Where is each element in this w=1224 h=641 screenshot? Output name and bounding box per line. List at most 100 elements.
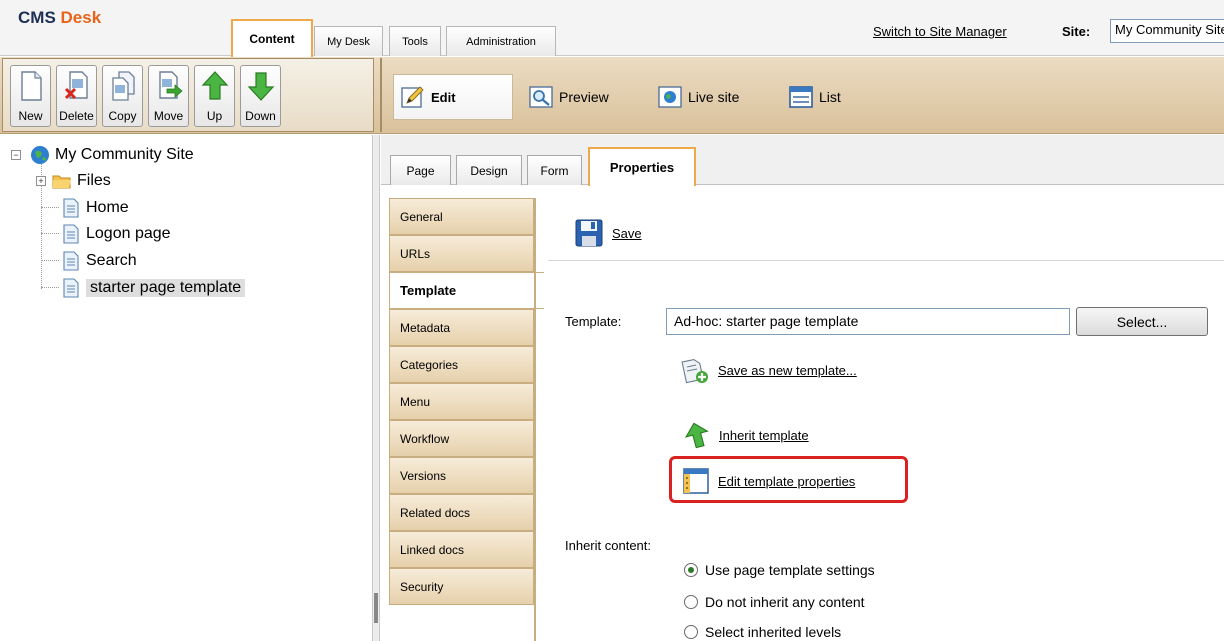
tab-form[interactable]: Form [527, 155, 582, 185]
document-actions-group: New Delete Copy Move Up Down [2, 58, 374, 132]
splitter-collapse-handle[interactable] [374, 593, 378, 623]
tab-my-desk[interactable]: My Desk [314, 26, 383, 56]
tree-item-label: Search [86, 252, 137, 269]
radio-label: Use page template settings [705, 562, 875, 578]
tree-item-files[interactable]: Files [52, 170, 111, 192]
menu-versions[interactable]: Versions [389, 457, 534, 494]
header-divider [548, 260, 1224, 261]
tab-tools[interactable]: Tools [389, 26, 441, 56]
subtabs-bar: Page Design Form Properties [381, 135, 1224, 186]
menu-security[interactable]: Security [389, 568, 534, 605]
down-arrow-icon [247, 72, 274, 101]
page-icon [61, 198, 81, 218]
preview-view-button[interactable]: Preview [529, 75, 609, 119]
down-button[interactable]: Down [240, 65, 281, 127]
menu-template[interactable]: Template [389, 272, 544, 309]
tree-item-label: Home [86, 199, 129, 216]
inherit-content-label: Inherit content: [565, 538, 651, 553]
tab-properties[interactable]: Properties [588, 147, 696, 186]
highlight-annotation [669, 456, 908, 503]
tab-content[interactable]: Content [231, 19, 313, 57]
live-site-globe-icon [658, 86, 682, 108]
page-icon [61, 278, 81, 298]
tree-item-home[interactable]: Home [61, 197, 129, 219]
radio-selected-dot [688, 567, 694, 573]
inherit-arrow-icon [684, 422, 709, 449]
up-arrow-icon [201, 71, 228, 100]
tree-item-label: Files [77, 172, 111, 189]
live-site-view-button[interactable]: Live site [658, 75, 739, 119]
content-tree: − My Community Site + Files Home Logon p… [0, 135, 372, 641]
edit-view-button[interactable]: Edit [393, 74, 513, 120]
new-document-icon [20, 71, 42, 101]
save-button[interactable]: Save [575, 219, 642, 247]
inherit-template-link[interactable]: Inherit template [684, 421, 809, 449]
menu-urls[interactable]: URLs [389, 235, 534, 272]
tree-item-label: Logon page [86, 225, 171, 242]
save-as-new-template-link[interactable]: Save as new template... [681, 356, 857, 384]
new-button[interactable]: New [10, 65, 51, 127]
panel-splitter[interactable] [372, 135, 380, 641]
tree-root-item[interactable]: My Community Site [30, 144, 194, 166]
menu-general[interactable]: General [389, 198, 534, 235]
site-selector[interactable]: My Community Site [1110, 19, 1224, 43]
preview-magnifier-icon [529, 86, 553, 108]
select-template-button[interactable]: Select... [1076, 307, 1208, 336]
side-menu-border [534, 198, 536, 641]
page-icon [61, 224, 81, 244]
menu-related-docs[interactable]: Related docs [389, 494, 534, 531]
radio-use-page-template-settings[interactable]: Use page template settings [684, 562, 875, 578]
tree-item-logon-page[interactable]: Logon page [61, 223, 171, 245]
tab-administration[interactable]: Administration [446, 26, 556, 56]
delete-button[interactable]: Delete [56, 65, 97, 127]
list-view-button[interactable]: List [789, 75, 841, 119]
copy-button[interactable]: Copy [102, 65, 143, 127]
down-label: Down [245, 109, 276, 123]
template-label: Template: [565, 314, 622, 329]
tree-item-starter-page-template[interactable]: starter page template [61, 277, 246, 299]
switch-to-site-manager-link[interactable]: Switch to Site Manager [873, 24, 1007, 39]
menu-categories[interactable]: Categories [389, 346, 534, 383]
save-as-new-template-label: Save as new template... [718, 362, 857, 378]
up-button[interactable]: Up [194, 65, 235, 127]
radio-do-not-inherit[interactable]: Do not inherit any content [684, 594, 865, 610]
expand-files-toggle[interactable]: + [36, 176, 46, 186]
radio-button[interactable] [684, 595, 698, 609]
tab-design[interactable]: Design [456, 155, 522, 185]
toolbar-divider [380, 58, 382, 132]
menu-linked-docs[interactable]: Linked docs [389, 531, 534, 568]
template-name-field[interactable]: Ad-hoc: starter page template [666, 308, 1070, 335]
copy-document-icon [111, 71, 135, 101]
tree-connector [41, 287, 59, 288]
radio-button[interactable] [684, 563, 698, 577]
page-icon [61, 251, 81, 271]
up-label: Up [206, 109, 223, 123]
live-site-label: Live site [688, 89, 740, 105]
radio-button[interactable] [684, 625, 698, 639]
collapse-root-toggle[interactable]: − [11, 150, 21, 160]
tree-connector [41, 260, 59, 261]
top-header: CMS Desk Content My Desk Tools Administr… [0, 0, 1224, 57]
menu-menu[interactable]: Menu [389, 383, 534, 420]
tree-item-label: starter page template [86, 279, 246, 297]
move-button[interactable]: Move [148, 65, 189, 127]
cms-desk-logo: CMS Desk [18, 8, 101, 28]
toolbar-band: New Delete Copy Move Up Down Edit Previe… [0, 57, 1224, 134]
radio-select-inherited-levels[interactable]: Select inherited levels [684, 624, 841, 640]
save-label: Save [612, 225, 642, 241]
preview-label: Preview [559, 89, 609, 105]
delete-document-icon [64, 71, 88, 100]
logo-desk-text: Desk [60, 8, 102, 27]
tab-page[interactable]: Page [390, 155, 451, 185]
move-label: Move [153, 109, 184, 123]
delete-label: Delete [59, 109, 94, 123]
new-label: New [18, 109, 43, 123]
menu-workflow[interactable]: Workflow [389, 420, 534, 457]
edit-pencil-icon [401, 86, 424, 108]
site-label: Site: [1062, 24, 1091, 39]
radio-label: Select inherited levels [705, 624, 842, 640]
menu-metadata[interactable]: Metadata [389, 309, 534, 346]
folder-icon [52, 171, 72, 191]
tree-connector [41, 207, 59, 208]
tree-item-search[interactable]: Search [61, 250, 137, 272]
